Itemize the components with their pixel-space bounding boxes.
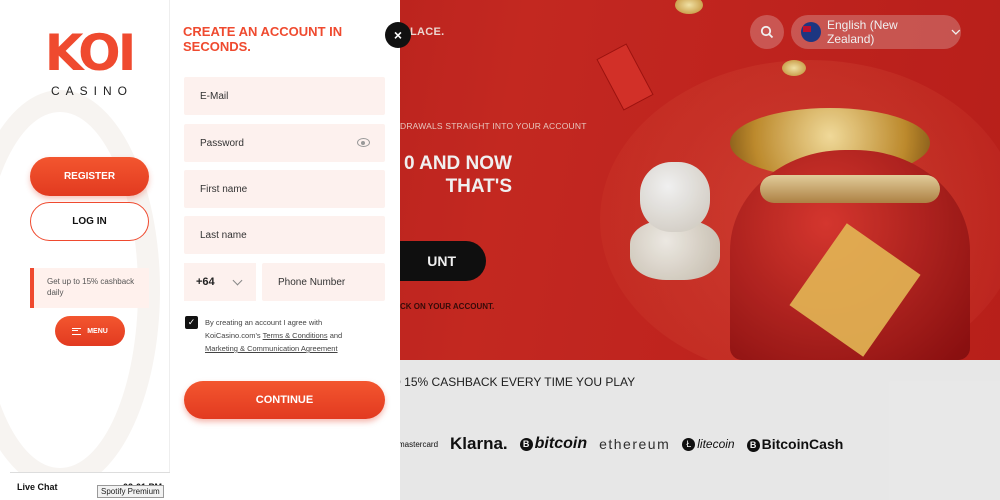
koi-casino-logo[interactable]: KOI CASINO bbox=[44, 24, 137, 98]
consent-and: and bbox=[327, 331, 343, 340]
close-button[interactable]: × bbox=[385, 22, 411, 48]
register-panel: CREATE AN ACCOUNT IN SECONDS. × +64 ✓ By… bbox=[170, 0, 411, 500]
menu-button[interactable]: MENU bbox=[55, 316, 125, 346]
login-button[interactable]: LOG IN bbox=[30, 202, 149, 241]
panel-title: CREATE AN ACCOUNT IN SECONDS. bbox=[183, 24, 343, 54]
marketing-agreement-link[interactable]: Marketing & Communication Agreement bbox=[205, 344, 338, 353]
live-chat-label: Live Chat bbox=[17, 482, 58, 492]
last-name-field[interactable] bbox=[184, 216, 385, 254]
continue-button[interactable]: CONTINUE bbox=[184, 381, 385, 419]
first-name-field[interactable] bbox=[184, 170, 385, 208]
close-icon: × bbox=[393, 27, 403, 43]
logo-wordmark: KOI bbox=[44, 24, 137, 82]
logo-subtitle: CASINO bbox=[50, 84, 133, 98]
checkmark-icon: ✓ bbox=[187, 317, 196, 327]
phone-number-field[interactable] bbox=[262, 263, 385, 301]
tooltip: Spotify Premium bbox=[97, 485, 164, 498]
show-password-icon[interactable] bbox=[357, 138, 370, 147]
terms-link[interactable]: Terms & Conditions bbox=[263, 331, 328, 340]
chevron-down-icon bbox=[232, 275, 243, 286]
register-button[interactable]: REGISTER bbox=[30, 157, 149, 196]
cashback-promo[interactable]: Get up to 15% cashback daily bbox=[30, 268, 149, 308]
phone-prefix-value: +64 bbox=[196, 276, 215, 288]
password-field[interactable] bbox=[184, 124, 385, 162]
sidebar: KOI CASINO REGISTER LOG IN Get up to 15%… bbox=[0, 0, 170, 500]
email-field[interactable] bbox=[184, 77, 385, 115]
consent-text: By creating an account I agree with KoiC… bbox=[205, 316, 365, 355]
hamburger-icon bbox=[72, 327, 82, 335]
consent-checkbox[interactable]: ✓ bbox=[185, 316, 198, 329]
phone-prefix-select[interactable]: +64 bbox=[184, 263, 256, 301]
menu-label: MENU bbox=[87, 327, 108, 335]
